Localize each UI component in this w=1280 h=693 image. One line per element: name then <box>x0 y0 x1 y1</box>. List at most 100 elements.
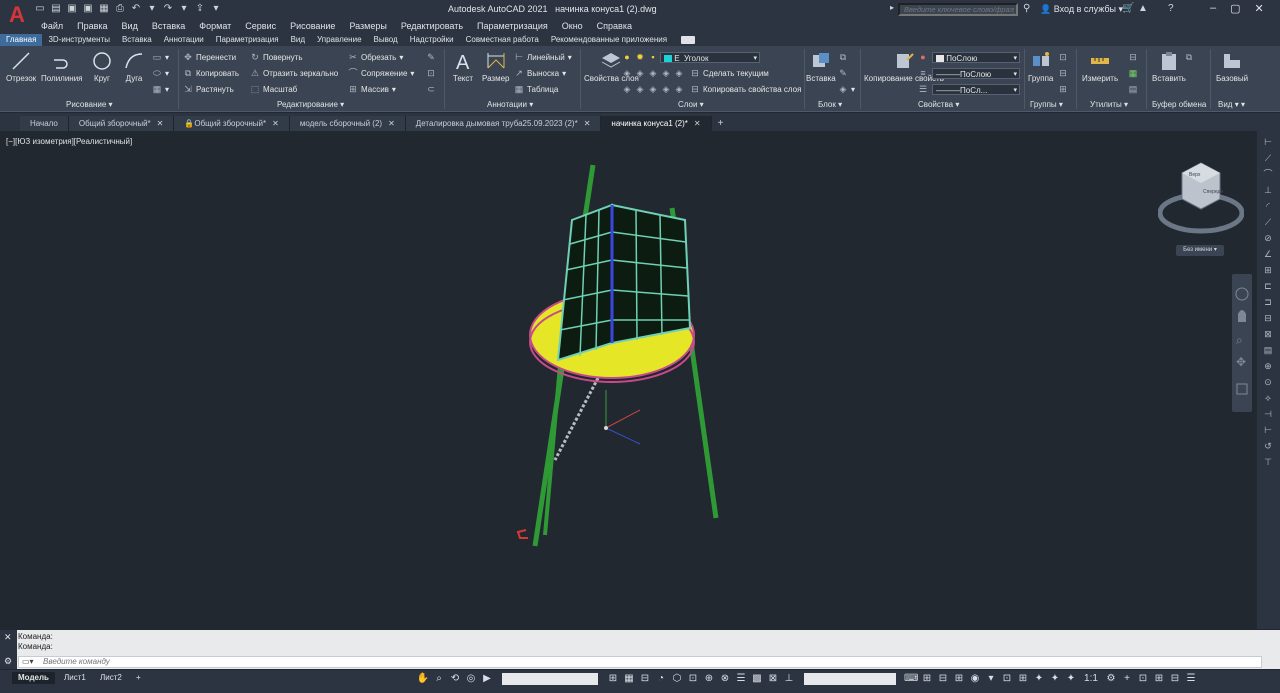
hatch-button[interactable]: ▦ ▾ <box>152 84 169 94</box>
close-icon[interactable]: ✕ <box>1255 2 1264 15</box>
annotation-monitor-icon[interactable]: ⊟ <box>936 672 950 686</box>
ucs-status-icon[interactable]: ⊥ <box>782 672 796 686</box>
layer-lock-icon[interactable]: ◈ <box>661 68 671 78</box>
arc-button[interactable]: Дуга <box>123 50 145 83</box>
ungroup-button[interactable]: ⊡ <box>1058 52 1068 62</box>
layer-thaw-icon[interactable]: ◈ <box>648 84 658 94</box>
cart-icon[interactable]: 🛒 <box>1122 3 1134 14</box>
tab-featured-apps[interactable]: Рекомендованные приложения <box>545 34 673 46</box>
command-close-icon[interactable]: ✕ <box>4 632 12 643</box>
showmotion-icon[interactable] <box>1236 383 1248 395</box>
ribbon-toggle-button[interactable] <box>681 36 696 44</box>
edit-block-button[interactable]: ✎ <box>838 68 848 78</box>
color-dropdown[interactable]: ПоСлою ▾ <box>932 52 1020 63</box>
quick-properties-icon[interactable]: ◉ <box>968 672 982 686</box>
text-button[interactable]: A Текст <box>452 50 474 83</box>
menu-insert[interactable]: Вставка <box>145 20 192 32</box>
inspect-tool-icon[interactable]: ⊙ <box>1261 377 1275 387</box>
tab-annotate[interactable]: Аннотации <box>158 34 210 46</box>
copy-button[interactable]: ⧉ Копировать <box>183 68 239 78</box>
isolate-objects-icon[interactable]: ⊡ <box>1000 672 1014 686</box>
base-view-button[interactable]: Базовый <box>1216 50 1248 83</box>
undo-icon[interactable]: ↶ <box>130 3 142 15</box>
ellipse-button[interactable]: ⬭ ▾ <box>152 68 169 78</box>
quick-select-button[interactable]: ⊟ <box>1128 52 1138 62</box>
ortho-icon[interactable]: ⊟ <box>638 672 652 686</box>
continue-tool-icon[interactable]: ⊐ <box>1261 297 1275 307</box>
snap-icon[interactable]: ⊞ <box>606 672 620 686</box>
showmotion-tool-icon[interactable]: ▶ <box>480 672 494 686</box>
zoom-extents-icon[interactable]: ⌕ <box>1236 333 1243 347</box>
bulb-icon[interactable]: ● <box>622 52 632 62</box>
3d-object-snap-icon[interactable]: ⊗ <box>718 672 732 686</box>
leader-button[interactable]: ↗ Выноска ▾ <box>514 68 566 78</box>
menu-dimension[interactable]: Размеры <box>342 20 393 32</box>
search-expand-icon[interactable]: ▸ <box>890 3 894 12</box>
selection-cycling-icon[interactable]: ⊠ <box>766 672 780 686</box>
tab-view[interactable]: Вид <box>285 34 311 46</box>
menu-modify[interactable]: Редактировать <box>394 20 470 32</box>
menu-format[interactable]: Формат <box>192 20 238 32</box>
dim-text-edit-tool-icon[interactable]: ⊢ <box>1261 425 1275 435</box>
doc-tab-general-assembly[interactable]: Общий зборочный* ✕ <box>68 116 175 131</box>
utilities-panel-title[interactable]: Утилиты ▾ <box>1090 100 1128 109</box>
attribute-button[interactable]: ◈ ▾ <box>838 84 855 94</box>
layout-tab-sheet1[interactable]: Лист1 <box>58 672 92 684</box>
exchange-icon[interactable]: ▲ <box>1138 3 1148 14</box>
web-mobile-icon[interactable]: ▦ <box>98 3 110 15</box>
redo-icon[interactable]: ↷ <box>162 3 174 15</box>
dim-edit-tool-icon[interactable]: ⊣ <box>1261 409 1275 419</box>
doc-tab-cone-filling[interactable]: начинка конуса1 (2)* ✕ <box>601 116 712 131</box>
annotation-scale-value[interactable]: 1:1 <box>1080 672 1102 686</box>
diameter-tool-icon[interactable]: ⊘ <box>1261 233 1275 243</box>
explode-button[interactable]: ⊡ <box>426 68 436 78</box>
gizmo-icon[interactable]: ⊞ <box>920 672 934 686</box>
tab-collaborate[interactable]: Совместная работа <box>460 34 545 46</box>
draw-panel-title[interactable]: Рисование ▾ <box>66 100 113 109</box>
erase-button[interactable]: ✎ <box>426 52 436 62</box>
view-panel-title[interactable]: Вид ▾ ▾ <box>1218 100 1245 109</box>
linear-dim-button[interactable]: ⊢ Линейный ▾ <box>514 52 572 62</box>
calculator-button[interactable]: ▦ <box>1128 68 1138 78</box>
ucs-dropdown[interactable]: Без имени ▾ <box>1176 245 1224 256</box>
clean-screen-icon[interactable]: ✦ <box>1032 672 1046 686</box>
break-tool-icon[interactable]: ⊠ <box>1261 329 1275 339</box>
jogged-linear-tool-icon[interactable]: ⟡ <box>1261 393 1275 403</box>
units-icon[interactable]: ⊞ <box>952 672 966 686</box>
open-file-icon[interactable]: ▤ <box>50 3 62 15</box>
steering-wheel-tool-icon[interactable]: ◎ <box>464 672 478 686</box>
lineweight-dropdown[interactable]: ———ПоСлою ▾ <box>932 68 1020 79</box>
aligned-dim-tool-icon[interactable]: ⟋ <box>1261 153 1275 163</box>
object-snap-icon[interactable]: ⊕ <box>702 672 716 686</box>
rotate-button[interactable]: ↻ Повернуть <box>250 52 302 62</box>
command-prompt-icon[interactable]: ▭▾ <box>22 657 34 667</box>
measure-button[interactable]: Измерить <box>1082 50 1118 83</box>
close-icon[interactable]: ✕ <box>157 119 164 128</box>
layer-freeze-icon[interactable]: ◈ <box>648 68 658 78</box>
group-edit-button[interactable]: ⊟ <box>1058 68 1068 78</box>
tab-manage[interactable]: Управление <box>311 34 367 46</box>
id-point-button[interactable]: ▤ <box>1128 84 1138 94</box>
layer-on-icon[interactable]: ◈ <box>622 84 632 94</box>
cut-button[interactable]: ⧉ <box>1184 52 1194 62</box>
minimize-icon[interactable]: – <box>1210 2 1216 15</box>
circle-button[interactable]: Круг <box>91 50 113 83</box>
tolerance-tool-icon[interactable]: ▤ <box>1261 345 1275 355</box>
layer-merge-icon[interactable]: ◈ <box>674 84 684 94</box>
search-icon[interactable]: ⚲ <box>1023 3 1030 14</box>
tab-home[interactable]: Главная <box>0 34 43 46</box>
status-dropdown[interactable] <box>502 673 598 685</box>
search-input[interactable] <box>898 3 1018 16</box>
add-icon[interactable]: + <box>1120 672 1134 686</box>
properties-panel-title[interactable]: Свойства ▾ <box>918 100 959 109</box>
command-input[interactable]: ▭▾ Введите команду <box>18 656 1262 668</box>
tab-insert[interactable]: Вставка <box>116 34 158 46</box>
maximize-icon[interactable]: ▢ <box>1230 2 1240 15</box>
undo-dropdown-icon[interactable]: ▾ <box>146 3 158 15</box>
create-block-button[interactable]: ⧉ <box>838 52 848 62</box>
array-button[interactable]: ⊞ Массив ▾ <box>348 84 396 94</box>
lock-ui-icon[interactable]: ▾ <box>984 672 998 686</box>
menu-window[interactable]: Окно <box>555 20 590 32</box>
transparency-icon[interactable]: ▩ <box>750 672 764 686</box>
dim-update-tool-icon[interactable]: ↺ <box>1261 441 1275 451</box>
